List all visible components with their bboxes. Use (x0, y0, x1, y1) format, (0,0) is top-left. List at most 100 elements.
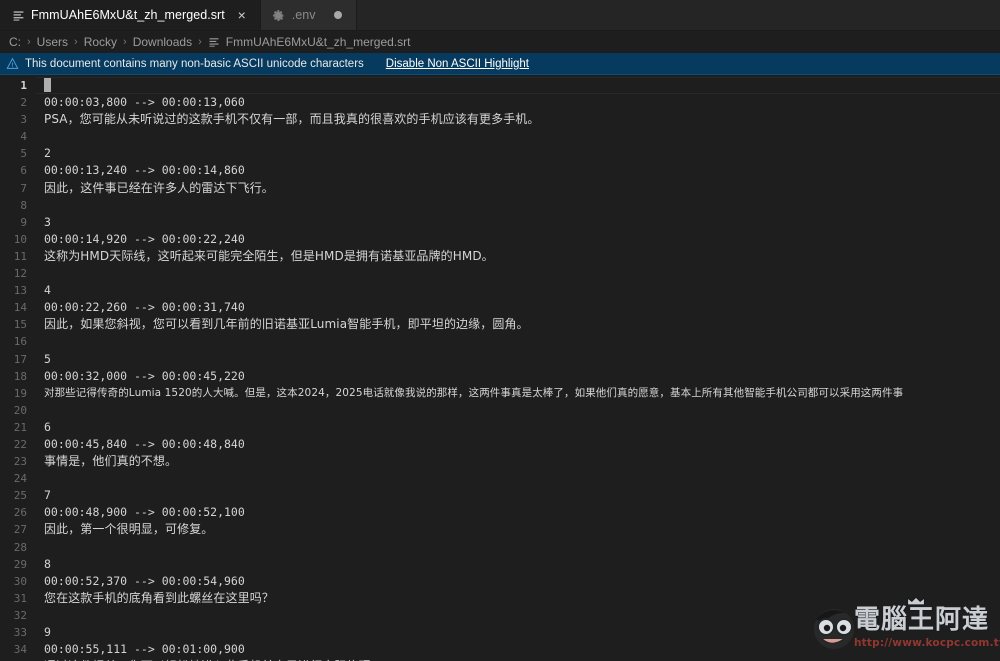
line-number: 30 (13, 574, 27, 588)
line-number: 27 (13, 523, 27, 537)
code-content-area[interactable]: 100:00:03,800 --> 00:00:13,060 PSA，您可能从未听… (36, 75, 1000, 661)
code-line-text: 4 (44, 283, 51, 298)
code-line[interactable]: 这称为HMD天际线，这听起来可能完全陌生，但是HMD是拥有诺基亚品牌的HMD。 (36, 248, 1000, 265)
line-number: 9 (20, 215, 27, 229)
gear-icon (272, 8, 286, 22)
tab-label: .env (291, 8, 316, 22)
code-line[interactable]: 2 (36, 145, 1000, 162)
breadcrumb-item-drive[interactable]: C: (8, 35, 22, 49)
code-line[interactable]: 4 (36, 282, 1000, 299)
text-editor[interactable]: 1 2 3 4 5 6 7 8 9 10 11 12 13 14 15 16 17 18 19 20 21 22 23 24 2… (0, 75, 1000, 661)
code-line-text: 00:00:55,111 --> 00:01:00,900 (44, 642, 245, 657)
code-line[interactable] (36, 402, 1000, 419)
line-number: 8 (20, 198, 27, 212)
code-line[interactable] (36, 470, 1000, 487)
line-number-gutter: 1 2 3 4 5 6 7 8 9 10 11 12 13 14 15 16 17 18 19 20 21 22 23 24 2… (0, 75, 36, 661)
tab-srt-file[interactable]: FmmUAhE6MxU&t_zh_merged.srt × (0, 0, 261, 30)
code-line[interactable]: 9 (36, 624, 1000, 641)
line-number: 32 (13, 608, 27, 622)
line-number: 28 (13, 540, 27, 554)
line-number: 3 (20, 113, 27, 127)
code-line[interactable]: 事情是，他们真的不想。 (36, 453, 1000, 470)
line-number: 33 (13, 626, 27, 639)
code-line[interactable]: 5 (36, 351, 1000, 368)
code-line[interactable]: 因此，第一个很明显，可修复。 (36, 521, 1000, 538)
code-line[interactable] (36, 539, 1000, 556)
code-line-text: 9 (44, 625, 51, 639)
breadcrumb-item-file[interactable]: FmmUAhE6MxU&t_zh_merged.srt (207, 35, 412, 49)
breadcrumb-item-users[interactable]: Users (36, 35, 69, 49)
code-line-text: 事情是，他们真的不想。 (44, 454, 178, 469)
code-line[interactable]: 00:00:14,920 --> 00:00:22,240 (36, 231, 1000, 248)
line-number: 11 (13, 249, 27, 263)
code-line-text: 6 (44, 419, 51, 434)
code-line[interactable]: 您在这款手机的底角看到此螺丝在这里吗？ (36, 590, 1000, 607)
code-line[interactable]: 00:00:22,260 --> 00:00:31,740 (36, 299, 1000, 316)
code-line-text: 您在这款手机的底角看到此螺丝在这里吗？ (44, 590, 274, 605)
notification-message: This document contains many non-basic AS… (25, 57, 364, 70)
warning-triangle-icon (5, 56, 20, 71)
line-number: 34 (13, 643, 27, 657)
line-number: 4 (20, 130, 27, 144)
code-line[interactable]: 00:00:48,900 --> 00:00:52,100 (36, 504, 1000, 521)
code-line[interactable]: 6 (36, 419, 1000, 436)
line-number: 15 (13, 318, 27, 332)
code-line-text: 因此，第一个很明显，可修复。 (44, 522, 214, 537)
disable-non-ascii-highlight-link[interactable]: Disable Non ASCII Highlight (386, 58, 529, 70)
breadcrumb-separator: › (27, 36, 31, 48)
code-line[interactable]: 因此，如果您斜视，您可以看到几年前的旧诺基亚Lumia智能手机，即平坦的边缘，圆… (36, 316, 1000, 333)
line-number: 26 (13, 506, 27, 520)
close-icon[interactable]: × (234, 7, 250, 23)
code-line-text: 对那些记得传奇的Lumia 1520的人大喊。但是，这本2024，2025电话就… (44, 386, 904, 399)
code-line[interactable]: 8 (36, 556, 1000, 573)
line-number: 24 (13, 472, 27, 486)
line-number: 14 (13, 301, 27, 315)
code-line-text: 这称为HMD天际线，这听起来可能完全陌生，但是HMD是拥有诺基亚品牌的HMD。 (44, 248, 494, 263)
code-line[interactable]: 对那些记得传奇的Lumia 1520的人大喊。但是，这本2024，2025电话就… (36, 385, 1000, 402)
vscode-window: FmmUAhE6MxU&t_zh_merged.srt × .env C: › … (0, 0, 1000, 661)
line-number: 20 (13, 403, 27, 417)
code-line[interactable] (36, 128, 1000, 145)
line-number: 5 (20, 147, 27, 161)
subtitle-file-icon (208, 36, 221, 49)
code-line-text: 因此，如果您斜视，您可以看到几年前的旧诺基亚Lumia智能手机，即平坦的边缘，圆… (44, 317, 529, 332)
code-line[interactable] (36, 333, 1000, 350)
code-line[interactable]: 00:00:13,240 --> 00:00:14,860 (36, 162, 1000, 179)
breadcrumb-item-downloads[interactable]: Downloads (132, 35, 193, 49)
breadcrumb-item-rocky[interactable]: Rocky (83, 35, 118, 49)
breadcrumb-separator: › (74, 36, 78, 48)
code-line-text: 00:00:32,000 --> 00:00:45,220 (44, 368, 245, 383)
code-line[interactable]: 因此，这件事已经在许多人的雷达下飞行。 (36, 180, 1000, 197)
code-line[interactable]: 1 (36, 77, 1000, 95)
line-number: 12 (13, 267, 27, 281)
code-line[interactable]: 3 (36, 214, 1000, 231)
code-line[interactable] (36, 607, 1000, 624)
code-line[interactable]: 00:00:52,370 --> 00:00:54,960 (36, 573, 1000, 590)
breadcrumb: C: › Users › Rocky › Downloads › FmmUAhE… (0, 31, 1000, 53)
non-ascii-notification-bar: This document contains many non-basic AS… (0, 53, 1000, 75)
code-line-text: 00:00:45,840 --> 00:00:48,840 (44, 436, 245, 451)
dirty-indicator-icon[interactable] (330, 7, 346, 23)
line-number: 22 (13, 437, 27, 451)
code-line[interactable] (36, 265, 1000, 282)
code-line[interactable] (36, 197, 1000, 214)
code-line-text: 7 (44, 488, 51, 503)
code-line-text: 3 (44, 214, 51, 229)
code-line-text: 00:00:52,370 --> 00:00:54,960 (44, 573, 245, 588)
subtitle-file-icon (11, 8, 25, 22)
code-line[interactable]: PSA，您可能从未听说过的这款手机不仅有一部，而且我真的很喜欢的手机应该有更多手… (36, 111, 1000, 128)
breadcrumb-file-label: FmmUAhE6MxU&t_zh_merged.srt (225, 35, 411, 49)
code-line[interactable]: 7 (36, 487, 1000, 504)
editor-tab-bar: FmmUAhE6MxU&t_zh_merged.srt × .env (0, 0, 1000, 31)
tab-label: FmmUAhE6MxU&t_zh_merged.srt (31, 8, 225, 22)
code-line-text: 00:00:22,260 --> 00:00:31,740 (44, 300, 245, 315)
code-line[interactable]: 00:00:32,000 --> 00:00:45,220 (36, 368, 1000, 385)
code-line[interactable]: 00:00:55,111 --> 00:01:00,900 (36, 641, 1000, 658)
line-number: 10 (13, 232, 27, 246)
line-number: 18 (13, 369, 27, 383)
code-line-text: 因此，这件事已经在许多人的雷达下飞行。 (44, 180, 274, 195)
tab-env-file[interactable]: .env (260, 0, 357, 30)
code-line[interactable]: 00:00:45,840 --> 00:00:48,840 (36, 436, 1000, 453)
code-line[interactable]: 00:00:03,800 --> 00:00:13,060 (36, 94, 1000, 111)
line-number: 17 (13, 352, 27, 366)
